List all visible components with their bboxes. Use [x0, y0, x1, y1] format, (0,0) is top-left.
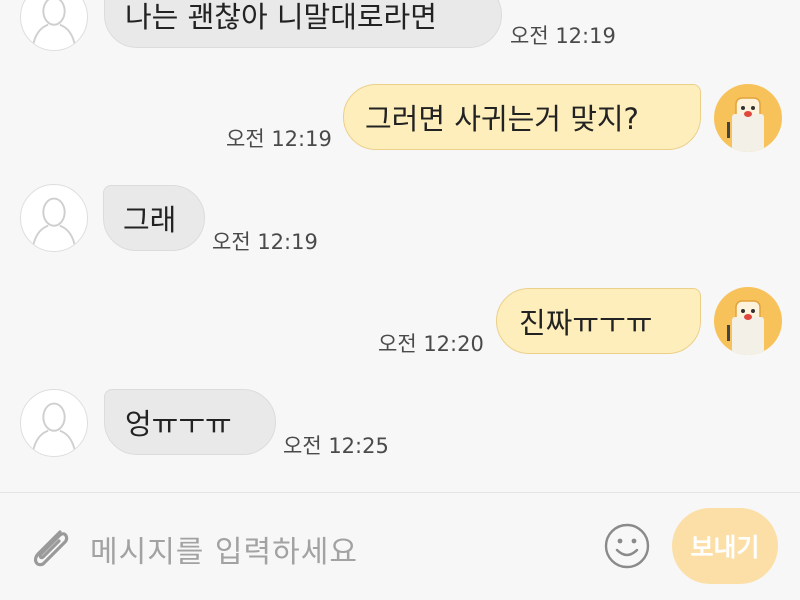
message-bubble-incoming[interactable]: 그래	[103, 185, 205, 251]
send-button[interactable]: 보내기	[672, 508, 778, 584]
friend-avatar[interactable]	[20, 184, 88, 252]
message-time: 오전 12:19	[226, 127, 332, 151]
friend-avatar[interactable]	[20, 389, 88, 457]
toast-character-icon	[727, 300, 764, 355]
message-time: 오전 12:19	[510, 24, 616, 48]
smiley-icon[interactable]	[603, 522, 651, 570]
chat-screen: 나는 괜찮아 니말대로라면 오전 12:19 오전 12:19 그러면 사귀는거…	[0, 0, 800, 600]
message-text: 나는 괜찮아 니말대로라면	[125, 0, 437, 34]
message-bubble-incoming[interactable]: 엉ㅠㅜㅠ	[104, 389, 276, 455]
message-time: 오전 12:20	[378, 332, 484, 356]
paperclip-icon[interactable]	[24, 522, 76, 574]
person-silhouette-icon	[31, 197, 77, 250]
person-silhouette-icon	[31, 402, 77, 455]
message-time: 오전 12:19	[212, 230, 318, 254]
message-time: 오전 12:25	[283, 434, 389, 458]
message-list[interactable]: 나는 괜찮아 니말대로라면 오전 12:19 오전 12:19 그러면 사귀는거…	[0, 0, 800, 492]
message-bubble-incoming[interactable]: 나는 괜찮아 니말대로라면	[104, 0, 502, 48]
my-avatar[interactable]	[714, 84, 782, 152]
message-input[interactable]: 메시지를 입력하세요	[90, 527, 358, 571]
toast-character-icon	[727, 97, 764, 152]
message-bubble-outgoing[interactable]: 진짜ㅠㅜㅠ	[496, 288, 701, 354]
message-text: 엉ㅠㅜㅠ	[125, 407, 232, 441]
my-avatar[interactable]	[714, 287, 782, 355]
friend-avatar[interactable]	[20, 0, 88, 51]
message-text: 진짜ㅠㅜㅠ	[519, 306, 653, 340]
message-text: 그래	[123, 203, 177, 237]
person-silhouette-icon	[31, 0, 77, 49]
message-bubble-outgoing[interactable]: 그러면 사귀는거 맞지?	[343, 84, 701, 150]
message-text: 그러면 사귀는거 맞지?	[365, 102, 639, 136]
